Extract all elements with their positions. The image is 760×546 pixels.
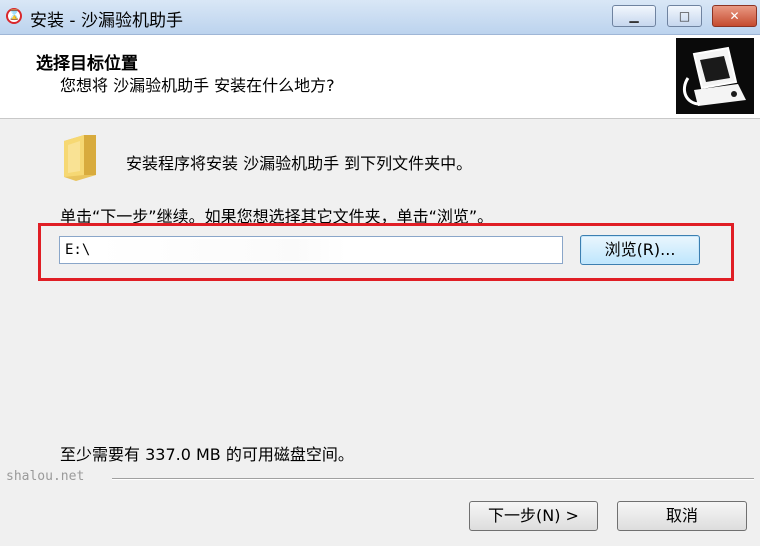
cancel-button[interactable]: 取消 (617, 501, 747, 531)
computer-install-icon (676, 38, 754, 114)
footer-separator (112, 478, 754, 480)
page-title: 选择目标位置 (36, 54, 138, 74)
folder-icon (62, 131, 98, 183)
maximize-button[interactable]: □ (667, 5, 702, 27)
wizard-header: 选择目标位置 您想将 沙漏验机助手 安装在什么地方? (0, 35, 760, 119)
window-title: 安装 - 沙漏验机助手 (30, 11, 183, 31)
page-subtitle: 您想将 沙漏验机助手 安装在什么地方? (60, 76, 335, 95)
minimize-button[interactable]: ▁ (612, 5, 656, 27)
disk-space-text: 至少需要有 337.0 MB 的可用磁盘空间。 (60, 445, 354, 464)
title-bar: ⌛ 安装 - 沙漏验机助手 ▁ □ ✕ (0, 0, 760, 35)
next-button[interactable]: 下一步(N) > (469, 501, 598, 531)
hourglass-app-icon: ⌛ (6, 8, 22, 24)
close-button[interactable]: ✕ (712, 5, 757, 27)
install-description: 安装程序将安装 沙漏验机助手 到下列文件夹中。 (126, 154, 473, 173)
redacted-path-blur (96, 239, 346, 261)
brand-label: shalou.net (6, 469, 85, 484)
browse-button[interactable]: 浏览(R)... (580, 235, 700, 265)
